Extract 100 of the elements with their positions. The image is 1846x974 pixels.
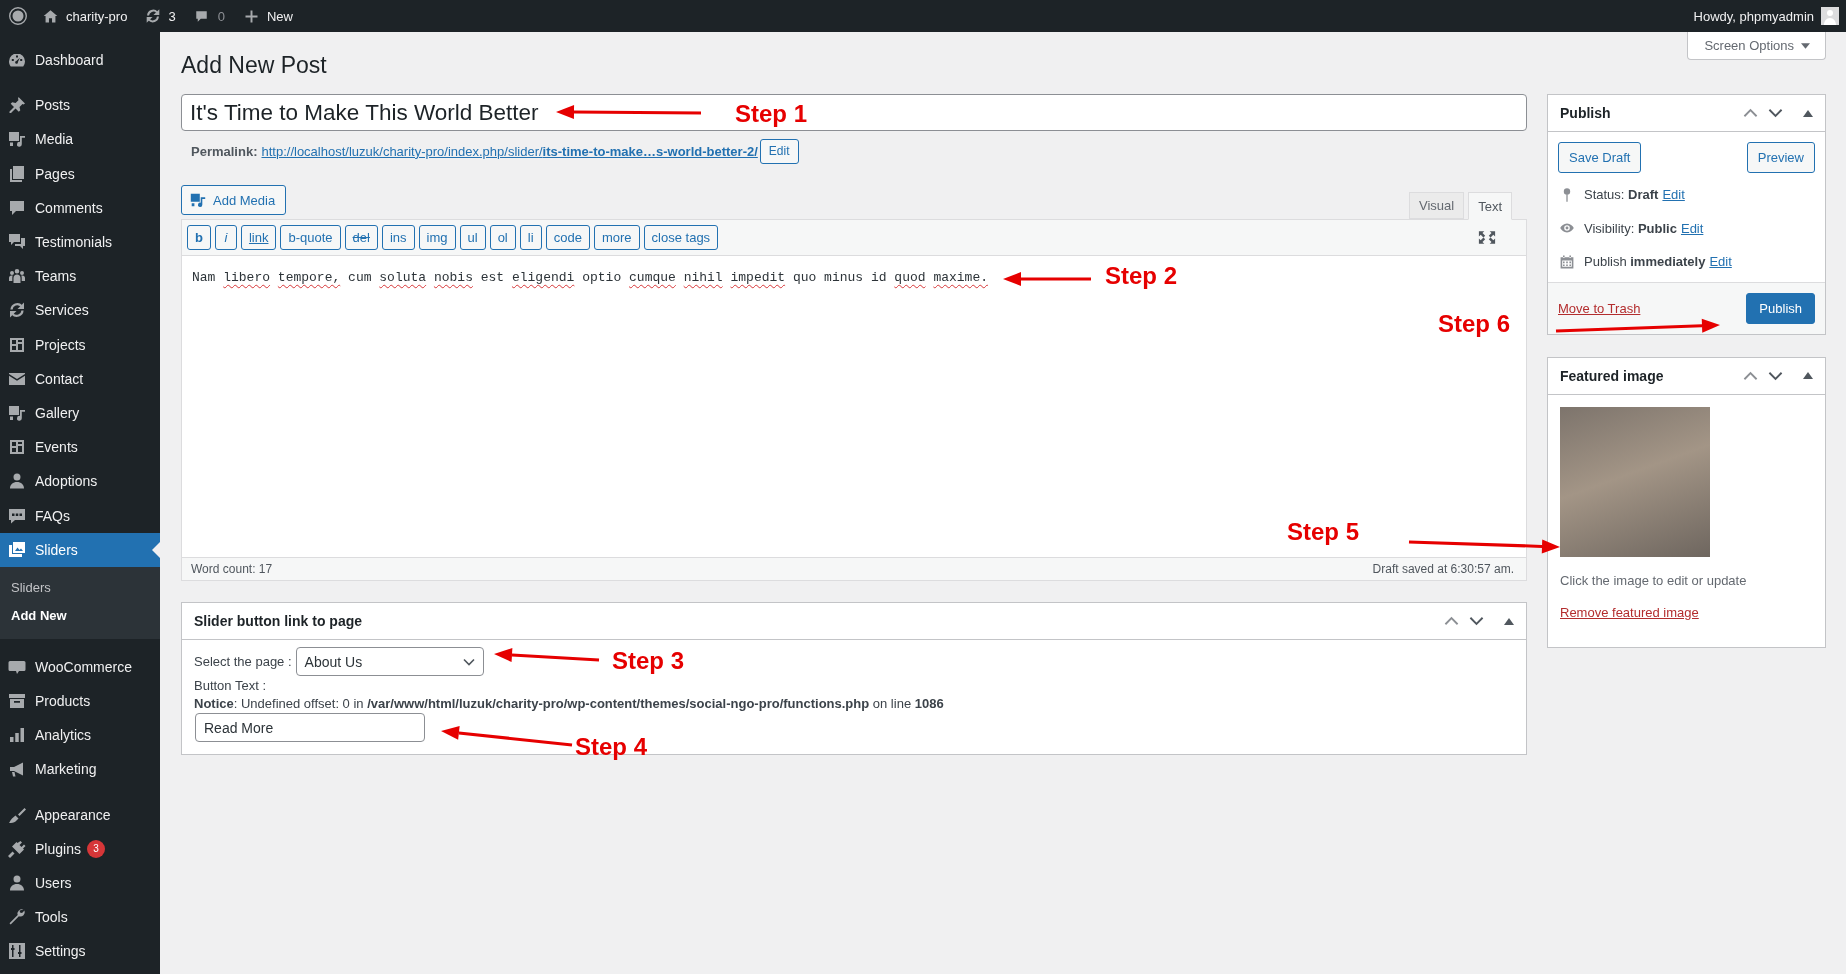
triangle-up-icon[interactable] bbox=[1504, 617, 1514, 625]
format-button[interactable]: link bbox=[240, 225, 277, 250]
current-notch-icon bbox=[152, 541, 160, 558]
sidebar-menu-item[interactable]: Posts bbox=[0, 88, 160, 123]
edit-link[interactable]: Edit bbox=[1662, 187, 1685, 203]
sidebar-menu-item[interactable]: Products bbox=[0, 684, 160, 719]
notice-message: Notice: Undefined offset: 0 in /var/www/html/luzuk/charity-pro/wp-content/themes/social-ngo-pro/functions.php on line 1086 bbox=[194, 695, 945, 713]
sidebar-menu-item[interactable]: Comments bbox=[0, 190, 160, 225]
permalink-label: Permalink: bbox=[191, 143, 258, 159]
fullscreen-icon[interactable] bbox=[1478, 230, 1496, 245]
sidebar-menu-item[interactable]: Gallery bbox=[0, 395, 160, 431]
preview-button[interactable]: Preview bbox=[1746, 142, 1815, 173]
sidebar-menu-item[interactable]: FAQs bbox=[0, 498, 160, 533]
account-link[interactable]: Howdy, phpmyadmin bbox=[1693, 0, 1839, 32]
format-button[interactable]: code bbox=[545, 225, 590, 250]
post-status: Status: Draft bbox=[1584, 187, 1659, 203]
chevron-down-icon[interactable] bbox=[1768, 108, 1783, 118]
chevron-up-icon[interactable] bbox=[1743, 108, 1758, 118]
updates-link[interactable]: 3 bbox=[144, 0, 176, 32]
new-content-link[interactable]: New bbox=[243, 0, 293, 32]
panel-title: Slider button link to page bbox=[194, 613, 362, 629]
sidebar-menu-item[interactable]: Appearance bbox=[0, 797, 160, 832]
chevron-down-icon[interactable] bbox=[1768, 370, 1783, 381]
add-media-button[interactable]: Add Media bbox=[181, 185, 287, 215]
step-label: Step 4 bbox=[575, 733, 648, 761]
media-icon bbox=[189, 191, 207, 209]
chevron-up-icon[interactable] bbox=[1743, 370, 1758, 381]
page-select[interactable]: About Us bbox=[295, 647, 484, 676]
sidebar-menu-item[interactable]: Media bbox=[0, 122, 160, 157]
editor-tab[interactable]: Text bbox=[1468, 192, 1512, 220]
sidebar-menu-item[interactable]: Projects bbox=[0, 327, 160, 362]
format-button[interactable]: ul bbox=[459, 225, 486, 250]
sidebar-menu-item[interactable]: Users bbox=[0, 865, 160, 901]
save-draft-button[interactable]: Save Draft bbox=[1558, 142, 1642, 173]
sidebar-menu-item[interactable]: Services bbox=[0, 293, 160, 328]
step-label: Step 5 bbox=[1287, 518, 1360, 546]
sidebar-menu-item[interactable]: Testimonials bbox=[0, 224, 160, 260]
sidebar-menu-item[interactable]: Settings bbox=[0, 934, 160, 969]
sidebar-menu-item[interactable]: WooCommerce bbox=[0, 649, 160, 684]
sidebar-menu-item[interactable]: Analytics bbox=[0, 718, 160, 753]
format-button[interactable]: b bbox=[187, 225, 211, 250]
person-icon bbox=[7, 873, 27, 894]
select-label: Select the page : bbox=[194, 654, 292, 669]
format-button[interactable]: ol bbox=[489, 225, 516, 250]
panel-title: Featured image bbox=[1560, 367, 1664, 384]
format-button[interactable]: ins bbox=[381, 225, 415, 250]
format-button[interactable]: del bbox=[344, 225, 378, 250]
submenu-item[interactable]: Sliders bbox=[0, 573, 160, 602]
draft-saved-status: Draft saved at 6:30:57 am. bbox=[1372, 562, 1514, 576]
format-button[interactable]: more bbox=[593, 225, 640, 250]
sidebar-menu-item[interactable]: Marketing bbox=[0, 752, 160, 787]
sidebar-menu-item[interactable]: Events bbox=[0, 430, 160, 465]
chevron-down-icon[interactable] bbox=[1469, 616, 1484, 626]
triangle-up-icon[interactable] bbox=[1803, 109, 1813, 117]
sidebar-menu-item[interactable]: Adoptions bbox=[0, 464, 160, 499]
calendar-icon bbox=[1559, 253, 1575, 270]
chevron-down-icon bbox=[462, 657, 475, 666]
count-badge: 3 bbox=[86, 839, 105, 858]
screen-options-button[interactable]: Screen Options bbox=[1687, 32, 1826, 60]
edit-link[interactable]: Edit bbox=[1680, 220, 1704, 236]
media-icon bbox=[7, 129, 27, 150]
edit-permalink-button[interactable]: Edit bbox=[759, 138, 799, 164]
plus-icon bbox=[243, 8, 259, 24]
format-button[interactable]: close tags bbox=[643, 225, 719, 250]
word-count: Word count: 17 bbox=[191, 562, 273, 576]
speech-bubble-icon bbox=[193, 8, 209, 24]
step-label: Step 1 bbox=[735, 100, 808, 128]
pushpin-icon bbox=[7, 95, 27, 116]
format-button[interactable]: img bbox=[418, 225, 456, 250]
publish-button[interactable]: Publish bbox=[1746, 292, 1815, 324]
post-visibility: Visibility: Public bbox=[1584, 220, 1677, 236]
sidebar-menu-item[interactable]: Plugins 3 bbox=[0, 831, 160, 866]
site-link[interactable]: charity-pro bbox=[42, 0, 128, 32]
sidebar-menu-item[interactable]: Dashboard bbox=[0, 43, 160, 78]
sidebar-menu-item[interactable]: Tools bbox=[0, 900, 160, 935]
button-text-label: Button Text : bbox=[194, 677, 268, 695]
edit-link[interactable]: Edit bbox=[1709, 254, 1732, 270]
sidebar-menu-item[interactable]: Contact bbox=[0, 361, 160, 396]
person-icon bbox=[7, 471, 27, 492]
step-label: Step 3 bbox=[612, 647, 685, 675]
images-icon bbox=[7, 539, 27, 560]
comments-link[interactable]: 0 bbox=[193, 0, 225, 32]
format-button[interactable]: i bbox=[214, 225, 237, 250]
page-title: Add New Post bbox=[181, 51, 327, 80]
home-icon bbox=[42, 7, 59, 25]
editor-tab[interactable]: Visual bbox=[1408, 192, 1465, 219]
move-to-trash-link[interactable]: Move to Trash bbox=[1558, 300, 1641, 316]
button-text-field[interactable]: Read More bbox=[195, 713, 425, 742]
format-button[interactable]: li bbox=[519, 225, 542, 250]
permalink-url[interactable]: http://localhost/luzuk/charity-pro/index.php/slider/its-time-to-make…s-world-better-2/ bbox=[261, 143, 758, 159]
caret-down-icon bbox=[1801, 42, 1810, 49]
sidebar-menu-item[interactable]: Sliders bbox=[0, 532, 160, 567]
logo-icon[interactable] bbox=[8, 6, 28, 26]
chevron-up-icon[interactable] bbox=[1444, 616, 1459, 626]
sidebar-menu-item[interactable]: Pages bbox=[0, 156, 160, 191]
format-button[interactable]: b-quote bbox=[280, 225, 341, 250]
remove-image-link[interactable]: Remove featured image bbox=[1560, 603, 1699, 621]
submenu-item[interactable]: Add New bbox=[0, 601, 160, 630]
sidebar-menu-item[interactable]: Teams bbox=[0, 259, 160, 294]
triangle-up-icon[interactable] bbox=[1803, 372, 1813, 379]
